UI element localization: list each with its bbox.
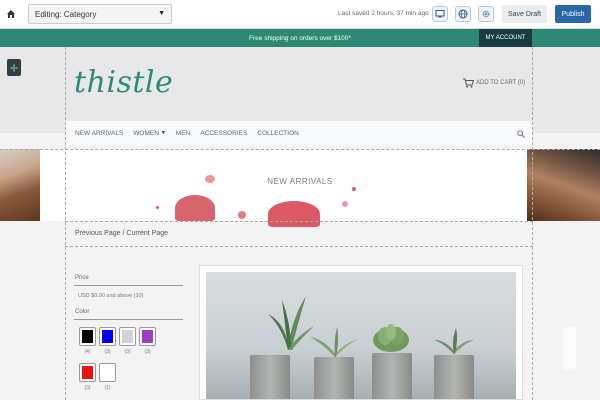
swatch-fill — [142, 330, 153, 343]
settings-button[interactable] — [478, 6, 494, 22]
announcement-bar: Free shipping on orders over $100* MY AC… — [0, 29, 600, 47]
desktop-view-button[interactable] — [432, 6, 448, 22]
color-swatch-blue[interactable] — [99, 327, 116, 346]
price-filter-option[interactable]: USD $0.00 and above (10) — [78, 293, 143, 299]
publish-button[interactable]: Publish — [555, 5, 591, 23]
last-saved-status: Last saved 2 hours, 37 min ago — [338, 10, 429, 17]
swatch-count: (3) — [104, 349, 111, 355]
divider — [74, 285, 183, 286]
swatch-count: (3) — [144, 349, 151, 355]
swatch-fill — [122, 330, 133, 343]
color-filter-label: Color — [75, 309, 90, 315]
save-draft-button[interactable]: Save Draft — [502, 5, 547, 23]
plant-leaves — [268, 296, 314, 350]
editing-select[interactable]: Editing: Category ▼ — [28, 4, 172, 24]
my-account-button[interactable]: MY ACCOUNT — [479, 29, 532, 47]
plant-pot — [314, 357, 354, 399]
divider — [74, 319, 183, 320]
globe-icon — [458, 9, 468, 19]
plant-leaves — [373, 324, 409, 352]
home-icon — [7, 10, 15, 18]
editor-toolbar: Editing: Category ▼ Last saved 2 hours, … — [0, 0, 600, 29]
breadcrumb: Previous Page / Current Page — [75, 230, 168, 237]
breadcrumb-current: Current Page — [126, 230, 169, 237]
swatch-count: (4) — [84, 349, 91, 355]
plant-pot — [372, 353, 412, 399]
scroll-handle[interactable] — [563, 327, 576, 370]
price-filter-label: Price — [75, 275, 89, 281]
color-swatch-light-gray[interactable] — [119, 327, 136, 346]
globe-button[interactable] — [455, 6, 471, 22]
add-section-handle[interactable] — [7, 59, 21, 76]
swatch-fill — [102, 366, 113, 379]
swatch-count: (3) — [124, 349, 131, 355]
color-swatch-white[interactable] — [99, 363, 116, 382]
plant-leaves — [310, 327, 360, 357]
plant-pot — [434, 355, 474, 399]
swatch-fill — [102, 330, 113, 343]
plant-pot — [250, 355, 290, 399]
announcement-text: Free shipping on orders over $100* — [249, 34, 351, 42]
color-swatch-red[interactable] — [79, 363, 96, 382]
editing-select-label: Editing: Category — [35, 9, 97, 19]
home-button[interactable] — [0, 0, 22, 29]
product-card[interactable] — [199, 265, 523, 400]
plant-leaves — [434, 328, 474, 354]
chevron-down-icon: ▼ — [158, 10, 165, 17]
color-swatch-black[interactable] — [79, 327, 96, 346]
breadcrumb-separator: / — [122, 230, 125, 237]
swatch-count: (3) — [84, 385, 91, 391]
move-icon — [10, 63, 18, 72]
swatch-count: (1) — [104, 385, 111, 391]
breadcrumb-previous[interactable]: Previous Page — [75, 230, 121, 237]
swatch-fill — [82, 366, 93, 379]
product-image-succulents — [206, 272, 516, 399]
color-swatch-purple[interactable] — [139, 327, 156, 346]
desktop-icon — [435, 10, 445, 18]
swatch-fill — [82, 330, 93, 343]
gear-icon — [482, 10, 490, 18]
